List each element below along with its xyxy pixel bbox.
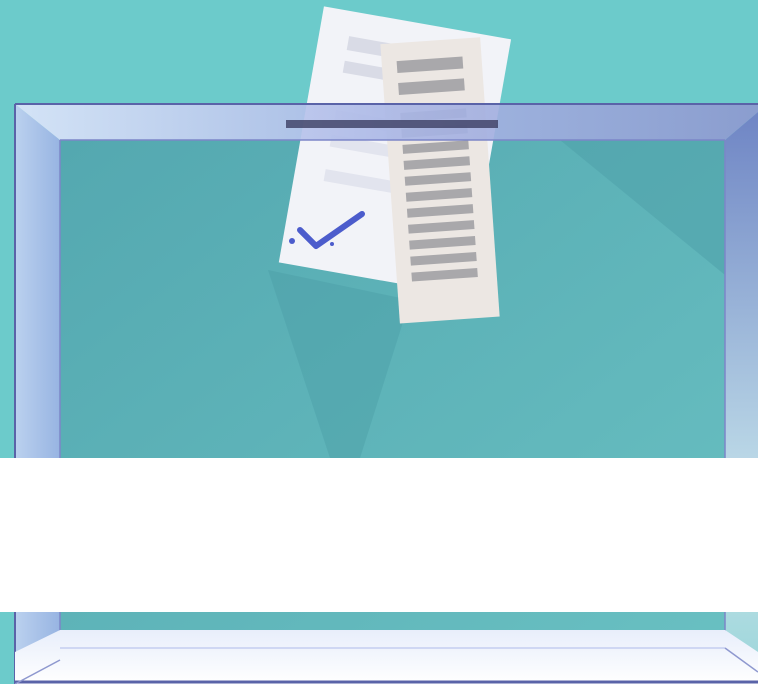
white-band [0, 458, 758, 612]
ballot-box-bottom [15, 630, 758, 684]
receipt-paper [380, 37, 500, 324]
ballot-slot [286, 120, 498, 128]
